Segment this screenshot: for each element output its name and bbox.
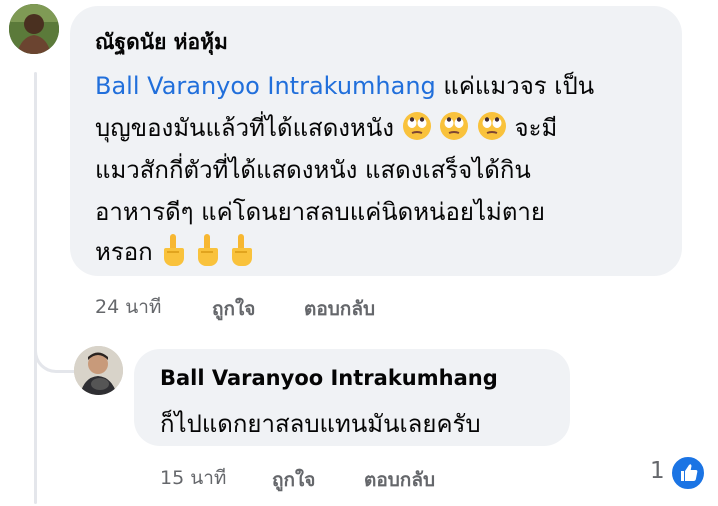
face-with-rolling-eyes-icon [402,111,432,147]
reply-timestamp[interactable]: 15 นาที [160,463,226,493]
like-thumb-icon[interactable] [670,455,706,491]
like-button[interactable]: ถูกใจ [212,294,255,324]
middle-finger-icon [194,233,220,273]
comment-line: อาหารดีๆ แค่โดนยาสลบแค่นิดหน่อยไม่ตาย [95,198,545,226]
comment-line: แมวสักกี่ตัวที่ได้แสดงหนัง แสดงเสร็จได้ก… [95,156,531,184]
comment-line: Ball Varanyoo Intrakumhang แค่แมวจร เป็น [95,66,594,105]
comment-text: บุญของมันแล้วที่ได้แสดงหนัง [95,114,394,142]
face-with-rolling-eyes-icon [439,111,469,147]
middle-finger-icon [228,233,254,273]
avatar[interactable] [74,346,123,395]
reply-button[interactable]: ตอบกลับ [364,465,435,495]
middle-finger-icon [160,233,186,273]
thread-line [34,72,37,504]
reply-button[interactable]: ตอบกลับ [304,294,375,324]
reaction-count[interactable]: 1 [650,458,665,484]
comment-text: จะมี [506,114,558,142]
comment-text: หรอก [95,238,153,266]
like-button[interactable]: ถูกใจ [272,465,315,495]
reply-author[interactable]: Ball Varanyoo Intrakumhang [160,366,498,390]
comment-line: หรอก [95,232,254,273]
avatar[interactable] [9,4,59,54]
comment-line: บุญของมันแล้วที่ได้แสดงหนัง จะมี [95,108,557,147]
mention-link[interactable]: Ball Varanyoo Intrakumhang [95,72,436,100]
comment-author[interactable]: ณัฐดนัย ห่อหุ้ม [95,26,228,59]
comment-timestamp[interactable]: 24 นาที [95,292,161,322]
comment-text: แค่แมวจร เป็น [435,72,595,100]
thread-connector [34,318,77,373]
face-with-rolling-eyes-icon [477,111,507,147]
reply-text: ก็ไปแดกยาสลบแทนมันเลยครับ [160,410,481,438]
